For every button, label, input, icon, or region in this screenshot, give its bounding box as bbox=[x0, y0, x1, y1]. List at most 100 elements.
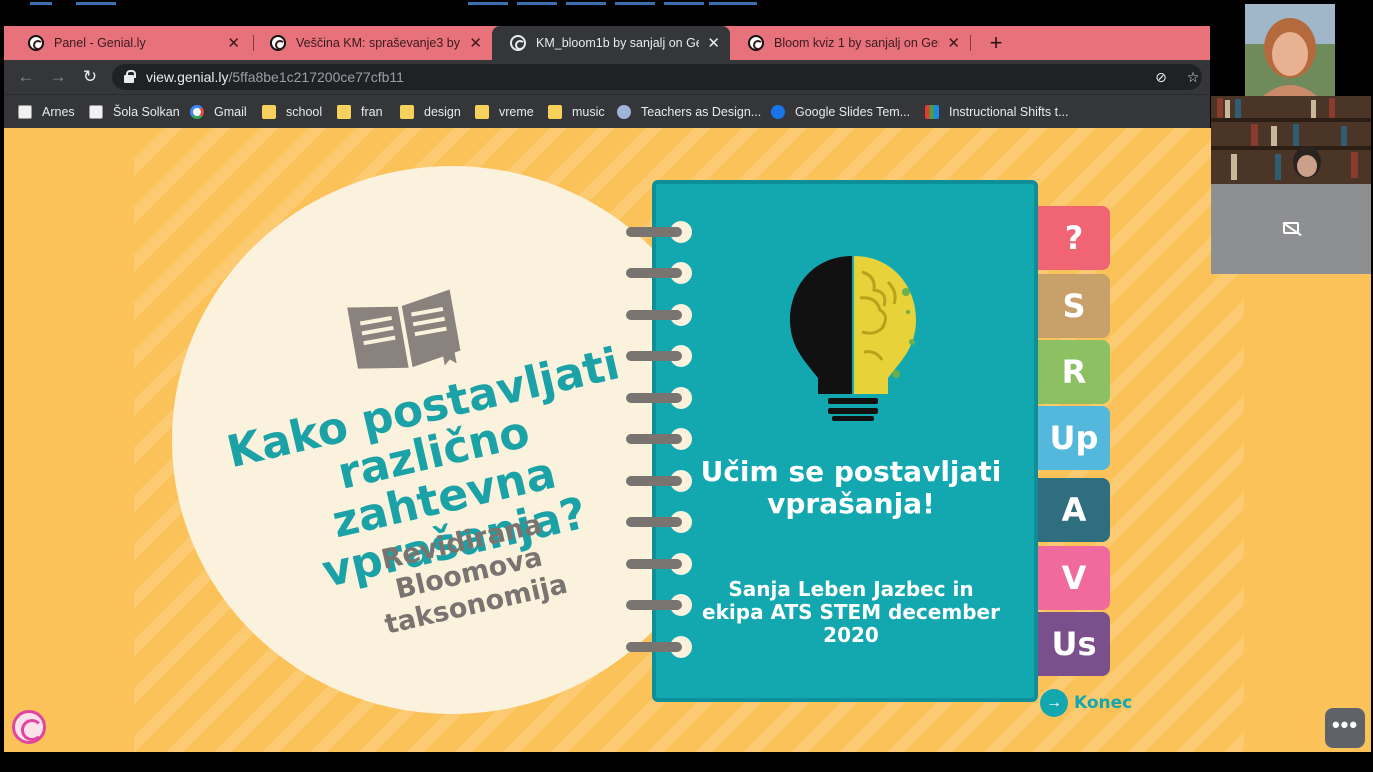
url-text[interactable]: view.genial.ly/5ffa8be1c217200ce77cfb11 bbox=[146, 69, 404, 85]
reload-icon[interactable]: ↻ bbox=[78, 65, 102, 89]
strip-marker bbox=[30, 2, 52, 5]
bookmark-label: fran bbox=[361, 105, 383, 119]
forward-arrow-icon[interactable]: → bbox=[46, 65, 70, 89]
url-host: view.genial.ly bbox=[146, 69, 229, 85]
star-icon[interactable]: ☆ bbox=[1184, 68, 1202, 86]
notebook-rings bbox=[618, 220, 698, 660]
folder-icon bbox=[337, 105, 351, 119]
bookmark-fran[interactable]: fran bbox=[337, 103, 383, 121]
tab-label: Bloom kviz 1 by sanjalj on Genially bbox=[774, 36, 939, 50]
url-field[interactable]: view.genial.ly/5ffa8be1c217200ce77cfb11 … bbox=[112, 64, 1202, 90]
site-icon bbox=[925, 105, 939, 119]
genially-favicon-icon bbox=[270, 35, 286, 51]
genially-favicon-icon bbox=[748, 35, 764, 51]
ring-binding bbox=[618, 344, 692, 368]
top-strip bbox=[0, 0, 1373, 26]
new-tab-button[interactable]: + bbox=[982, 29, 1010, 57]
konec-label: Konec bbox=[1074, 693, 1133, 713]
site-icon bbox=[617, 105, 631, 119]
bottom-strip bbox=[0, 752, 1373, 772]
address-bar: ← → ↻ view.genial.ly/5ffa8be1c217200ce77… bbox=[4, 60, 1210, 94]
konec-button[interactable]: → Konec bbox=[1040, 688, 1132, 718]
bookmark-label: school bbox=[286, 105, 323, 119]
close-tab-icon[interactable]: ✕ bbox=[469, 34, 482, 52]
tab-vescina-km[interactable]: Veščina KM: spraševanje3 by sanjalj ✕ bbox=[252, 26, 492, 60]
strip-marker bbox=[468, 2, 508, 5]
folder-icon bbox=[475, 105, 489, 119]
nav-tab-r[interactable]: R bbox=[1038, 340, 1110, 404]
bookmark-label: music bbox=[572, 105, 605, 119]
participant-video-2[interactable] bbox=[1211, 96, 1371, 184]
page-icon bbox=[89, 105, 103, 119]
bookmark-design[interactable]: design bbox=[400, 103, 461, 121]
bookmark-label: Teachers as Design... bbox=[641, 105, 762, 119]
google-icon bbox=[190, 105, 204, 119]
bookmark-gmail[interactable]: Gmail bbox=[190, 103, 247, 121]
tab-separator bbox=[970, 35, 971, 51]
ring-binding bbox=[618, 303, 692, 327]
lock-icon[interactable] bbox=[124, 70, 136, 83]
ring-binding bbox=[618, 552, 692, 576]
folder-icon bbox=[548, 105, 562, 119]
strip-marker bbox=[76, 2, 116, 5]
folder-icon bbox=[400, 105, 414, 119]
bookmark-teachers-as-design[interactable]: Teachers as Design... bbox=[617, 103, 761, 121]
eye-slash-icon[interactable]: ⊘ bbox=[1152, 68, 1170, 86]
strip-marker bbox=[615, 2, 655, 5]
bookmark-label: design bbox=[424, 105, 461, 119]
url-path: /5ffa8be1c217200ce77cfb11 bbox=[228, 69, 404, 85]
bookmark-instructional-shifts[interactable]: Instructional Shifts t... bbox=[925, 103, 1069, 121]
presentation-slide: Kako postavljati različno zahtevna vpraš… bbox=[4, 128, 1371, 752]
site-icon bbox=[771, 105, 785, 119]
bookmark-vreme[interactable]: vreme bbox=[475, 103, 534, 121]
ring-binding bbox=[618, 635, 692, 659]
bookmark-music[interactable]: music bbox=[548, 103, 605, 121]
strip-marker bbox=[709, 2, 757, 5]
participant-video-3[interactable] bbox=[1211, 184, 1371, 274]
tab-bloom-kviz[interactable]: Bloom kviz 1 by sanjalj on Genially ✕ bbox=[730, 26, 970, 60]
bookmark-google-slides[interactable]: Google Slides Tem... bbox=[771, 103, 910, 121]
nav-tab-question[interactable]: ? bbox=[1038, 206, 1110, 270]
tab-km-bloom1b[interactable]: KM_bloom1b by sanjalj on Genially ✕ bbox=[492, 26, 730, 60]
ring-binding bbox=[618, 386, 692, 410]
notebook-author: Sanja Leben Jazbec in ekipa ATS STEM dec… bbox=[702, 577, 1000, 647]
ring-binding bbox=[618, 220, 692, 244]
close-tab-icon[interactable]: ✕ bbox=[707, 34, 720, 52]
more-options-button[interactable]: ••• bbox=[1325, 708, 1365, 748]
bookmark-label: Instructional Shifts t... bbox=[949, 105, 1069, 119]
genially-favicon-icon bbox=[28, 35, 44, 51]
bookmark-label: Arnes bbox=[42, 105, 75, 119]
bookmark-arnes[interactable]: Arnes bbox=[18, 103, 75, 121]
strip-marker bbox=[664, 2, 704, 5]
camera-off-icon bbox=[1283, 222, 1299, 234]
browser-window: Panel - Genial.ly ✕ Veščina KM: spraševa… bbox=[4, 26, 1210, 128]
nav-tab-up[interactable]: Up bbox=[1038, 406, 1110, 470]
ring-binding bbox=[618, 261, 692, 285]
genially-logo-icon[interactable] bbox=[12, 710, 46, 744]
back-arrow-icon[interactable]: ← bbox=[14, 65, 38, 89]
participant-video-1[interactable] bbox=[1211, 4, 1371, 96]
bookmark-sola-solkan[interactable]: Šola Solkan bbox=[89, 103, 180, 121]
close-tab-icon[interactable]: ✕ bbox=[947, 34, 960, 52]
tab-label: Veščina KM: spraševanje3 by sanjalj bbox=[296, 36, 461, 50]
bookmark-label: Google Slides Tem... bbox=[795, 105, 911, 119]
strip-marker bbox=[566, 2, 606, 5]
strip-marker bbox=[517, 2, 557, 5]
genially-favicon-icon bbox=[510, 35, 526, 51]
ring-binding bbox=[618, 427, 692, 451]
nav-tab-a[interactable]: A bbox=[1038, 478, 1110, 542]
nav-tab-s[interactable]: S bbox=[1038, 274, 1110, 338]
ring-binding bbox=[618, 510, 692, 534]
folder-icon bbox=[262, 105, 276, 119]
nav-tab-v[interactable]: V bbox=[1038, 546, 1110, 610]
bookmarks-bar: Arnes Šola Solkan Gmail school fran desi… bbox=[4, 94, 1210, 128]
participant-avatar-icon bbox=[1245, 4, 1335, 96]
tab-panel-genially[interactable]: Panel - Genial.ly ✕ bbox=[10, 26, 250, 60]
bookmark-label: Šola Solkan bbox=[113, 105, 180, 119]
ring-binding bbox=[618, 593, 692, 617]
page-icon bbox=[18, 105, 32, 119]
nav-tab-us[interactable]: Us bbox=[1038, 612, 1110, 676]
bookmark-school[interactable]: school bbox=[262, 103, 322, 121]
close-tab-icon[interactable]: ✕ bbox=[227, 34, 240, 52]
bookshelf-background-icon bbox=[1211, 96, 1371, 184]
